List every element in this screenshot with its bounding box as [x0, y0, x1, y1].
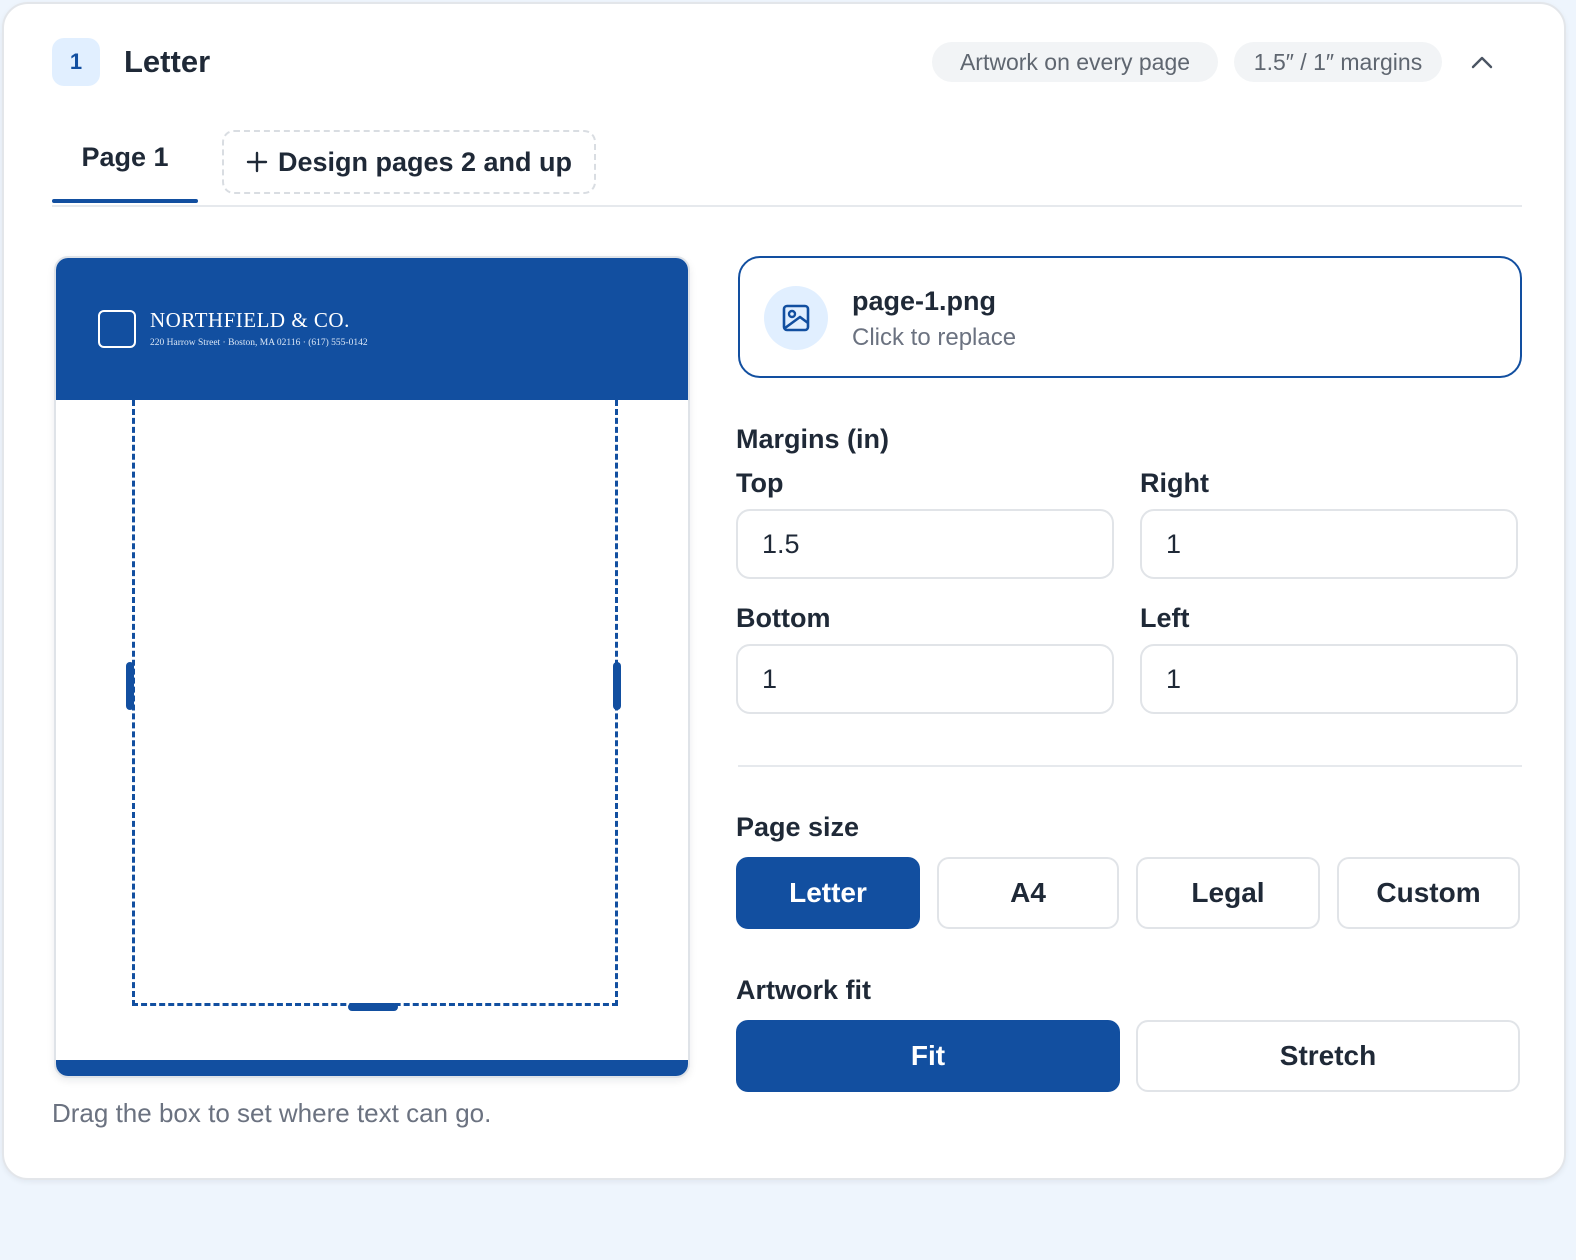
- artwork-fit-stretch-button[interactable]: Stretch: [1136, 1020, 1520, 1092]
- card-title: Letter: [124, 44, 211, 79]
- bottom-margin-input[interactable]: [736, 644, 1114, 714]
- file-name: page-1.png: [852, 286, 997, 316]
- tab-divider: [52, 205, 1522, 207]
- plus-icon: [246, 151, 268, 173]
- artwork-fit-fit-button[interactable]: Fit: [736, 1020, 1120, 1092]
- top-margin-label: Top: [736, 468, 784, 498]
- right-margin-label: Right: [1140, 468, 1209, 498]
- left-margin-handle[interactable]: [126, 662, 134, 710]
- left-margin-input[interactable]: [1140, 644, 1518, 714]
- page-size-letter-button[interactable]: Letter: [736, 857, 920, 929]
- page-size-label: Page size: [736, 812, 860, 842]
- company-address: 220 Harrow Street · Boston, MA 02116 · (…: [150, 338, 368, 348]
- design-pages-2-up-button[interactable]: Design pages 2 and up: [222, 130, 596, 194]
- page-preview: NORTHFIELD & CO. 220 Harrow Street · Bos…: [54, 256, 690, 1078]
- artwork-file-replace[interactable]: page-1.png Click to replace: [738, 256, 1522, 378]
- file-icon-circle: [764, 286, 828, 350]
- page-size-custom-button[interactable]: Custom: [1337, 857, 1520, 929]
- letterhead-artwork: NORTHFIELD & CO. 220 Harrow Street · Bos…: [56, 258, 688, 400]
- tab-page-1-label: Page 1: [81, 142, 169, 172]
- company-name: NORTHFIELD & CO.: [150, 308, 350, 332]
- right-margin-handle[interactable]: [613, 662, 621, 710]
- artwork-fit-label: Artwork fit: [736, 975, 871, 1005]
- settings-divider: [738, 765, 1522, 767]
- left-margin-label: Left: [1140, 603, 1190, 633]
- company-logo-mark: [98, 310, 136, 348]
- page-size-a4-button[interactable]: A4: [937, 857, 1119, 929]
- image-icon: [782, 304, 810, 332]
- letter-design-card: 1 Letter Artwork on every page 1.5″ / 1″…: [2, 2, 1566, 1180]
- right-margin-input[interactable]: [1140, 509, 1518, 579]
- tab-page-1[interactable]: Page 1: [52, 132, 198, 204]
- bottom-margin-handle[interactable]: [348, 1003, 398, 1011]
- top-margin-input[interactable]: [736, 509, 1114, 579]
- replace-hint: Click to replace: [852, 324, 1017, 351]
- margins-section-label: Margins (in): [736, 424, 889, 454]
- step-number-badge: 1: [52, 38, 100, 86]
- bottom-margin-label: Bottom: [736, 603, 831, 633]
- collapse-button[interactable]: [1462, 42, 1502, 82]
- page-size-legal-button[interactable]: Legal: [1136, 857, 1320, 929]
- design-pages-2-up-label: Design pages 2 and up: [277, 146, 573, 177]
- margins-summary-chip: 1.5″ / 1″ margins: [1234, 42, 1442, 82]
- artwork-summary-chip: Artwork on every page: [932, 42, 1218, 82]
- drag-hint: Drag the box to set where text can go.: [52, 1098, 492, 1128]
- chevron-up-icon: [1471, 56, 1493, 69]
- footer-artwork-bar: [56, 1060, 688, 1076]
- active-tab-indicator: [52, 199, 198, 203]
- text-area-box[interactable]: [132, 400, 618, 1006]
